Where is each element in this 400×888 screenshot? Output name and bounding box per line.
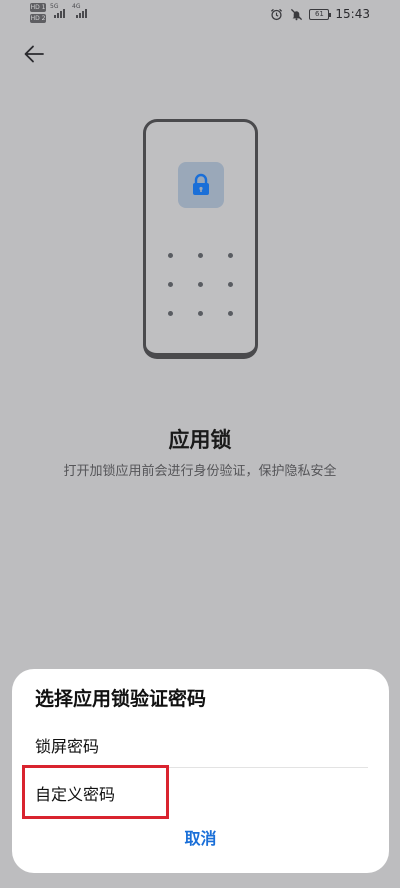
- option-label: 锁屏密码: [35, 737, 100, 756]
- status-time: 15:43: [335, 7, 370, 21]
- password-type-sheet: 选择应用锁验证密码 锁屏密码 自定义密码 取消: [12, 669, 389, 873]
- mute-icon: [289, 7, 303, 21]
- phone-illustration: [143, 119, 258, 359]
- page-subtitle: 打开加锁应用前会进行身份验证，保护隐私安全: [63, 464, 337, 479]
- pattern-dot: [168, 253, 173, 258]
- option-custom-password[interactable]: 自定义密码: [12, 769, 389, 813]
- sim2-hd-badge: HD 2: [30, 14, 46, 23]
- signal-bars-icon: [76, 8, 87, 18]
- status-bar: HD 1 HD 2 5G 4G 61 15:43: [0, 0, 400, 28]
- lock-icon: [193, 173, 209, 195]
- pattern-dot: [228, 311, 233, 316]
- option-label: 自定义密码: [35, 785, 116, 804]
- sheet-title: 选择应用锁验证密码: [35, 688, 207, 710]
- back-arrow-icon: [24, 45, 44, 63]
- pattern-dot: [198, 253, 203, 258]
- pattern-dot: [168, 311, 173, 316]
- battery-icon: 61: [309, 8, 332, 20]
- pattern-dot-grid: [168, 253, 238, 317]
- status-icons: 61 15:43: [269, 5, 370, 23]
- alarm-icon: [269, 7, 283, 21]
- pattern-dot: [228, 253, 233, 258]
- pattern-dot: [198, 311, 203, 316]
- option-lockscreen-password[interactable]: 锁屏密码: [12, 721, 389, 765]
- pattern-dot: [228, 282, 233, 287]
- pattern-dot: [168, 282, 173, 287]
- page-title: 应用锁: [168, 428, 232, 452]
- divider: [35, 767, 368, 768]
- lock-tile: [178, 162, 224, 208]
- signal-area: HD 1 HD 2 5G 4G: [30, 3, 100, 25]
- pattern-dot: [198, 282, 203, 287]
- sim1-hd-badge: HD 1: [30, 3, 46, 12]
- back-button[interactable]: [18, 38, 50, 70]
- cancel-button[interactable]: 取消: [12, 824, 389, 864]
- signal-bars-icon: [54, 8, 65, 18]
